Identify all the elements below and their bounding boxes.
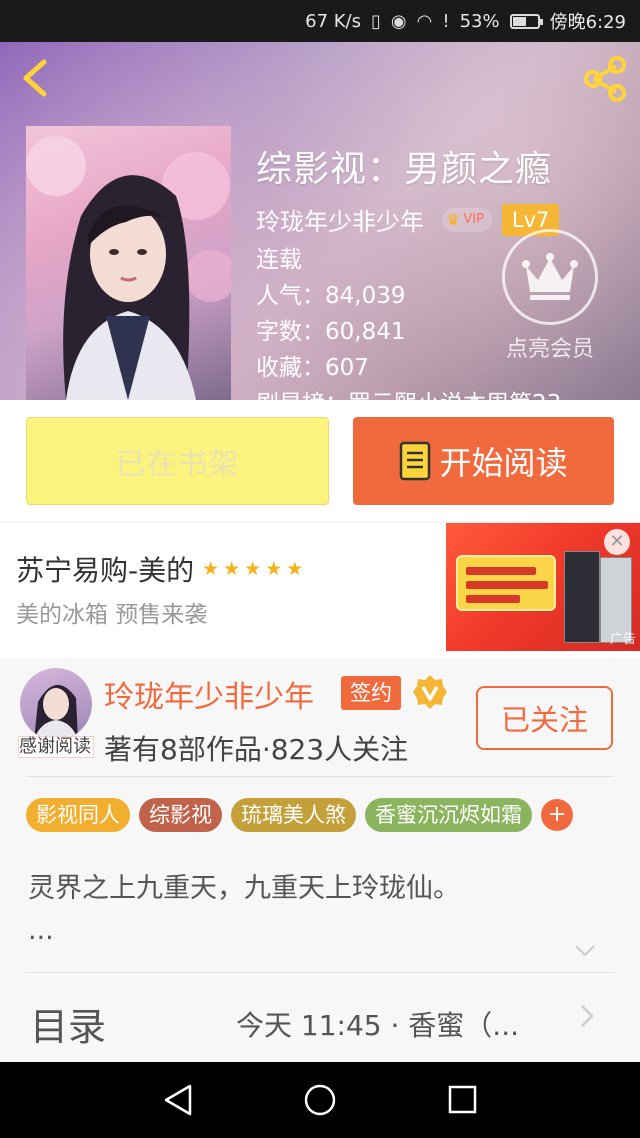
home-circle-icon[interactable]	[300, 1082, 340, 1118]
tag-chip[interactable]: 香蜜沉沉烬如霜	[365, 798, 532, 832]
author-stats: 著有8部作品·823人关注	[104, 733, 409, 766]
fridge-image	[564, 551, 600, 643]
cover-illustration	[26, 136, 231, 400]
avatar[interactable]	[20, 668, 92, 740]
battery-icon	[509, 13, 543, 29]
divider	[26, 972, 614, 973]
rating-stars: ★★★★★	[202, 558, 308, 580]
ad-promo-graphic	[456, 555, 556, 611]
more-tags-button[interactable]: +	[541, 799, 573, 831]
thanks-reading-tag: 感谢阅读	[18, 736, 94, 758]
verified-icon	[413, 675, 447, 709]
following-button[interactable]: 已关注	[476, 686, 613, 750]
start-reading-button[interactable]: 开始阅读	[353, 417, 614, 505]
ad-title: 苏宁易购-美的 ★★★★★	[16, 549, 307, 589]
synopsis-text: 灵界之上九重天，九重天上玲珑仙。	[28, 873, 460, 904]
book-cover[interactable]	[26, 126, 231, 400]
start-reading-label: 开始阅读	[439, 444, 568, 482]
action-bar: 已在书架 开始阅读	[0, 400, 640, 522]
back-arrow-icon[interactable]	[16, 56, 56, 100]
clock: 傍晚6:29	[549, 12, 626, 33]
network-speed: 67 K/s	[305, 10, 361, 32]
eye-icon: ◉	[390, 10, 407, 32]
table-of-contents-row[interactable]: 目录 今天 11:45 · 香蜜（...	[0, 974, 640, 1062]
on-shelf-button[interactable]: 已在书架	[26, 417, 329, 505]
tag-chip[interactable]: 琉璃美人煞	[231, 798, 356, 832]
book-header: 综影视：男颜之瘾 玲珑年少非少年 ♛ VIP Lv7 连载 人气：84,039 字…	[0, 42, 640, 400]
vibrate-icon: ▯	[371, 10, 381, 32]
status-bar: 67 K/s ▯ ◉ ◠ ! 53% 傍晚6:29	[0, 0, 640, 42]
ad-tag: 广告	[609, 632, 636, 647]
member-label: 点亮会员	[505, 337, 594, 362]
divider	[26, 776, 614, 777]
share-icon[interactable]	[580, 54, 630, 104]
crown-icon	[502, 229, 598, 325]
wifi-icon: ◠	[416, 10, 433, 32]
tag-chip[interactable]: 影视同人	[26, 798, 130, 832]
tag-list: 影视同人 综影视 琉璃美人煞 香蜜沉沉烬如霜 +	[26, 798, 573, 832]
battery-percent: 53%	[459, 10, 500, 32]
alert-icon: !	[442, 10, 450, 32]
author-name[interactable]: 玲珑年少非少年	[104, 672, 314, 716]
vip-label: VIP	[463, 212, 484, 227]
tag-chip[interactable]: 综影视	[139, 798, 222, 832]
member-button[interactable]: 点亮会员	[494, 229, 606, 363]
book-icon	[400, 441, 431, 481]
crown-icon: ♛	[446, 210, 461, 229]
signed-badge: 签约	[341, 676, 401, 710]
vip-badge: ♛ VIP	[442, 207, 492, 232]
book-author[interactable]: 玲珑年少非少年	[256, 202, 424, 237]
close-icon[interactable]: ✕	[604, 529, 630, 555]
ad-image[interactable]: ✕ 广告	[446, 523, 640, 651]
back-triangle-icon[interactable]	[160, 1082, 200, 1118]
book-ranking[interactable]: 剧星榜：罗云熙小说本周第23...	[256, 391, 626, 400]
chevron-down-icon[interactable]	[574, 944, 596, 958]
chevron-right-icon	[581, 1005, 594, 1027]
latest-chapter: 今天 11:45 · 香蜜（...	[236, 1009, 519, 1042]
synopsis-ellipsis: ...	[28, 915, 54, 946]
ad-banner[interactable]: 苏宁易购-美的 ★★★★★ 美的冰箱 预售来袭 ✕ 广告	[0, 522, 640, 658]
system-nav-bar	[0, 1062, 640, 1138]
book-title: 综影视：男颜之瘾	[256, 149, 553, 190]
ad-subtitle: 美的冰箱 预售来袭	[16, 602, 208, 628]
author-card: 感谢阅读 玲珑年少非少年 签约 著有8部作品·823人关注 已关注 影视同人 综…	[0, 658, 640, 1062]
synopsis[interactable]: 灵界之上九重天，九重天上玲珑仙。 ...	[28, 868, 460, 952]
recents-square-icon[interactable]	[442, 1082, 482, 1118]
toc-label: 目录	[30, 1005, 107, 1049]
ad-title-text: 苏宁易购-美的	[16, 554, 195, 587]
